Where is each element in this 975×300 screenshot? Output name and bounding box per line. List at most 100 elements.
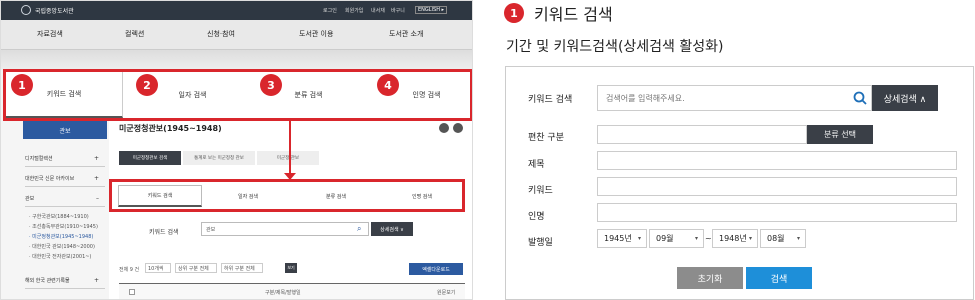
- sidebar-item-digital-label: 디지털컬렉션: [25, 156, 53, 162]
- table-header-title: 구분/제목/발행일: [265, 290, 301, 296]
- section-title: 키워드 검색: [534, 5, 613, 24]
- small-tab-category-label: 분류 검색: [326, 193, 346, 200]
- reset-button[interactable]: 초기화: [677, 267, 743, 289]
- keyword-search-input[interactable]: [597, 85, 872, 111]
- title-label: 제목: [528, 160, 545, 170]
- nav-item-apply[interactable]: 신청·참여: [207, 29, 235, 39]
- date-to-year-select[interactable]: 1948년 ▾: [712, 229, 758, 248]
- sidebar: 관보 디지털컬렉션 + 대한민국 신문 아카이브 + 관보 – · 구한국관보(188…: [1, 121, 109, 299]
- page-size-select[interactable]: 10개씩: [145, 263, 171, 273]
- section-subtitle: 기간 및 키워드검색(상세검색 활성화): [506, 39, 724, 55]
- result-count: 전체 9 건: [119, 267, 140, 273]
- plus-icon: +: [93, 277, 99, 284]
- date-label: 발행일: [528, 238, 553, 248]
- sidebar-item-newspaper[interactable]: 대한민국 신문 아카이브 +: [25, 175, 105, 187]
- date-range-separator: ~: [705, 234, 712, 243]
- step-badge-3: 3: [260, 74, 282, 96]
- search-label: 키워드 검색: [149, 229, 179, 236]
- advanced-search-toggle-button[interactable]: 상세검색 ∧: [872, 85, 938, 111]
- date-to-year-value: 1948년: [719, 234, 747, 243]
- results-table-header: 구분/제목/발행일 원문보기: [119, 283, 465, 299]
- sidebar-item-gazette-label: 관보: [25, 196, 35, 202]
- callout-arrow-icon: [284, 173, 296, 180]
- english-link[interactable]: ENGLISH ▸: [415, 6, 448, 14]
- small-tab-category[interactable]: 분류 검색: [294, 185, 378, 207]
- nav-item-search[interactable]: 자료검색: [37, 29, 63, 39]
- callout-connector-line: [289, 121, 291, 179]
- sidebar-sub-item[interactable]: · 구한국관보(1884~1910): [29, 213, 89, 220]
- cart-link[interactable]: 바구니: [391, 7, 405, 14]
- sidebar-item-overseas-label: 해외 한국 관련기록물: [25, 278, 70, 284]
- view-button[interactable]: 보기: [285, 263, 297, 273]
- advanced-search-button[interactable]: 상세검색 ∨: [371, 222, 413, 236]
- search-input[interactable]: 관보: [201, 222, 369, 236]
- sidebar-sub-item[interactable]: · 조선총독부관보(1910~1945): [29, 223, 98, 230]
- tab-keyword-label: 키워드 검색: [46, 90, 82, 98]
- step-badge: 1: [504, 3, 524, 23]
- chevron-down-icon: ▾: [694, 235, 698, 242]
- search-tabs-highlight: 키워드 검색 일자 검색 분류 검색 인명 검색: [3, 69, 472, 121]
- nav-item-collection[interactable]: 컬렉션: [125, 29, 144, 39]
- chevron-down-icon: ▾: [637, 235, 641, 242]
- person-label: 인명: [528, 212, 545, 222]
- person-input[interactable]: [597, 203, 957, 222]
- plus-icon: +: [93, 175, 99, 182]
- date-to-month-select[interactable]: 08월 ▾: [760, 229, 806, 248]
- search-icon: [853, 91, 867, 105]
- tab-date-label: 일자 검색: [178, 91, 207, 99]
- keyword-input[interactable]: [597, 177, 957, 196]
- share-icon[interactable]: [439, 123, 449, 133]
- print-icon[interactable]: [453, 123, 463, 133]
- search-icon-button[interactable]: [847, 85, 872, 111]
- website-screenshot-panel: 국립중앙도서관 로그인 회원가입 내서재 바구니 ENGLISH ▸ 자료검색 …: [0, 0, 473, 300]
- category-label: 편찬 구분: [528, 133, 564, 143]
- small-tab-date-label: 일자 검색: [238, 193, 258, 200]
- small-tab-date[interactable]: 일자 검색: [206, 185, 290, 207]
- search-icon[interactable]: ⌕: [357, 224, 361, 234]
- title-input[interactable]: [597, 151, 957, 170]
- keyword-search-label: 키워드 검색: [528, 95, 573, 105]
- tab-person-label: 인명 검색: [412, 91, 441, 99]
- category-select-button[interactable]: 분류 선택: [807, 125, 873, 144]
- page-title: 미군정청관보(1945~1948): [119, 124, 222, 133]
- sidebar-item-gazette[interactable]: 관보 –: [25, 195, 105, 207]
- mylib-link[interactable]: 내서재: [371, 7, 385, 14]
- category-input[interactable]: [597, 125, 807, 144]
- sidebar-item-digital[interactable]: 디지털컬렉션 +: [25, 155, 105, 167]
- date-from-month-value: 09월: [656, 234, 674, 243]
- nav-item-about[interactable]: 도서관 소개: [389, 29, 423, 39]
- plus-icon: +: [93, 155, 99, 162]
- small-tab-keyword[interactable]: 키워드 검색: [118, 185, 202, 207]
- step-badge-1: 1: [11, 74, 33, 96]
- subtab-gazette[interactable]: 미군정 관보: [257, 151, 319, 165]
- sidebar-item-newspaper-label: 대한민국 신문 아카이브: [25, 176, 75, 182]
- sidebar-item-overseas[interactable]: 해외 한국 관련기록물 +: [25, 277, 105, 289]
- excel-download-button[interactable]: 엑셀다운로드: [409, 263, 463, 275]
- logo-text: 국립중앙도서관: [35, 8, 74, 15]
- select-all-checkbox[interactable]: [129, 289, 135, 295]
- top-bar: 국립중앙도서관 로그인 회원가입 내서재 바구니 ENGLISH ▸: [1, 1, 472, 20]
- join-link[interactable]: 회원가입: [345, 7, 363, 14]
- sidebar-sub-item[interactable]: · 대한민국 전자관보(2001~): [29, 253, 91, 260]
- step-badge-4: 4: [377, 74, 399, 96]
- nav-item-usage[interactable]: 도서관 이용: [299, 29, 333, 39]
- subtab-search[interactable]: 미군정청관보 검색: [119, 151, 181, 165]
- step-badge-2: 2: [136, 74, 158, 96]
- date-to-month-value: 08월: [767, 234, 785, 243]
- sidebar-section-title: 관보: [23, 121, 107, 139]
- upper-category-select[interactable]: 상위 구분 전체: [175, 263, 217, 273]
- lower-category-select[interactable]: 하위 구분 전체: [221, 263, 263, 273]
- date-from-month-select[interactable]: 09월 ▾: [649, 229, 704, 248]
- search-button[interactable]: 검색: [746, 267, 812, 289]
- tab-category-label: 분류 검색: [294, 91, 323, 99]
- login-link[interactable]: 로그인: [323, 7, 337, 14]
- sidebar-sub-item[interactable]: · 대한민국 관보(1948~2000): [29, 243, 95, 250]
- small-tab-person[interactable]: 인명 검색: [380, 185, 464, 207]
- subtab-stats[interactable]: 통계로 보는 미군정청 관보: [183, 151, 255, 165]
- logo-icon: [21, 5, 31, 15]
- small-tab-person-label: 인명 검색: [412, 193, 432, 200]
- keyword-label: 키워드: [528, 186, 553, 196]
- sidebar-sub-item-active[interactable]: · 미군정청관보(1945~1948): [29, 233, 93, 240]
- date-from-year-select[interactable]: 1945년 ▾: [597, 229, 647, 248]
- date-from-year-value: 1945년: [604, 234, 632, 243]
